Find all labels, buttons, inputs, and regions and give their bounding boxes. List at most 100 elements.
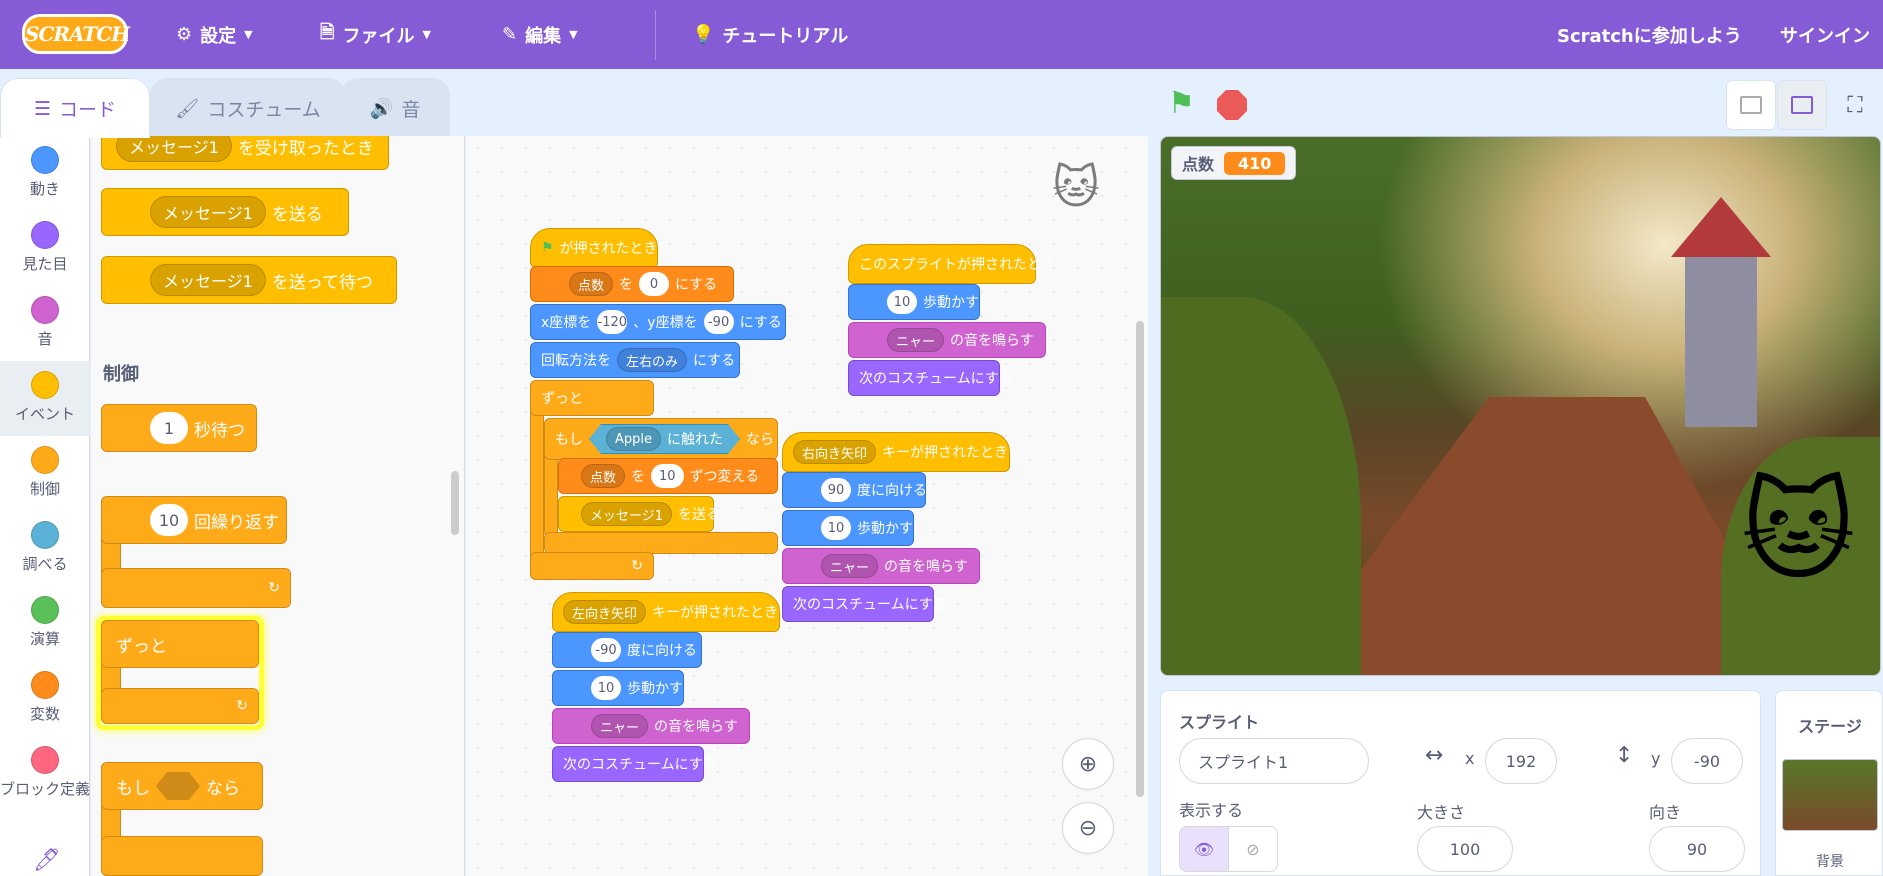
move-steps-block[interactable]: 10 歩動かす	[782, 510, 914, 546]
key-dropdown[interactable]: 左向き矢印	[563, 600, 647, 624]
message-dropdown[interactable]: メッセージ1	[150, 196, 266, 228]
if-then-block[interactable]: もし Apple に触れた なら	[544, 418, 778, 460]
backdrop-thumbnail[interactable]	[1782, 759, 1878, 831]
direction-input[interactable]: 90	[821, 478, 851, 502]
direction-input[interactable]: -90	[591, 638, 621, 662]
tab-costumes[interactable]: 🖌 コスチューム	[150, 78, 346, 138]
broadcast-and-wait-block[interactable]: メッセージ1 を送って待つ	[101, 256, 397, 304]
category-sound[interactable]: 音	[0, 286, 90, 361]
edit-menu[interactable]: ✎ 編集 ▼	[502, 0, 578, 69]
repeat-count-input[interactable]: 10	[150, 504, 188, 536]
sprite-name-input[interactable]: スプライト1	[1179, 738, 1369, 784]
large-stage-button[interactable]	[1777, 80, 1827, 130]
point-direction-block[interactable]: 90 度に向ける	[782, 472, 927, 508]
repeat-block[interactable]: 10 回繰り返す	[101, 496, 287, 544]
steps-input[interactable]: 10	[821, 516, 851, 540]
message-dropdown[interactable]: メッセージ1	[581, 502, 673, 526]
set-variable-block[interactable]: 点数 を 0 にする	[530, 266, 734, 302]
category-operators[interactable]: 演算	[0, 586, 90, 661]
change-variable-block[interactable]: 点数 を 10 ずつ変える	[558, 458, 778, 494]
next-costume-block[interactable]: 次のコスチュームにする	[848, 360, 1013, 396]
show-visible-button[interactable]: 👁	[1179, 826, 1229, 872]
category-looks[interactable]: 見た目	[0, 211, 90, 286]
scratch-logo[interactable]: SCRATCH	[22, 14, 130, 54]
play-sound-block[interactable]: ニャー の音を鳴らす	[782, 548, 980, 584]
when-i-receive-block[interactable]: メッセージ1 を受け取ったとき	[101, 136, 389, 170]
if-then-block[interactable]: もし なら	[101, 762, 263, 810]
category-sensing[interactable]: 調べる	[0, 511, 90, 586]
direction-input[interactable]: 90	[1649, 826, 1745, 872]
broadcast-block[interactable]: メッセージ1 を送る	[558, 496, 720, 532]
broadcast-block[interactable]: メッセージ1 を送る	[101, 188, 349, 236]
cat-sprite[interactable]: 🐱	[1741, 467, 1856, 595]
category-variables[interactable]: 変数	[0, 661, 90, 736]
value-input[interactable]: 10	[651, 464, 684, 488]
when-key-pressed-block[interactable]: 右向き矢印 キーが押されたとき	[782, 432, 1010, 472]
wait-seconds-input[interactable]: 1	[150, 412, 188, 444]
zoom-in-button[interactable]: ⊕	[1062, 738, 1114, 790]
when-flag-clicked-block[interactable]: ⚑ が押されたとき	[530, 228, 658, 268]
y-position-input[interactable]: -90	[1671, 738, 1743, 784]
go-to-xy-block[interactable]: x座標を -120 、y座標を -90 にする	[530, 304, 786, 340]
join-scratch-link[interactable]: Scratchに参加しよう	[1557, 0, 1742, 69]
fullscreen-button[interactable]: ⛶	[1830, 80, 1880, 130]
tab-code[interactable]: ☰ コード	[0, 78, 150, 138]
stage-target-pane[interactable]: ステージ 背景	[1775, 690, 1883, 876]
file-menu[interactable]: 🗎 ファイル ▼	[320, 0, 431, 69]
script-scrollbar[interactable]	[1136, 321, 1144, 797]
play-sound-block[interactable]: ニャー の音を鳴らす	[552, 708, 750, 744]
when-sprite-clicked-block[interactable]: このスプライトが押されたとき	[848, 244, 1055, 284]
steps-input[interactable]: 10	[887, 290, 917, 314]
rotation-dropdown[interactable]: 左右のみ	[617, 348, 688, 372]
tutorials-button[interactable]: 💡 チュートリアル	[692, 0, 848, 69]
key-dropdown[interactable]: 右向き矢印	[793, 440, 877, 464]
sound-dropdown[interactable]: ニャー	[591, 714, 649, 738]
show-hidden-button[interactable]: ⊘	[1228, 826, 1278, 872]
move-steps-block[interactable]: 10 歩動かす	[552, 670, 684, 706]
variable-dropdown[interactable]: 点数	[581, 464, 626, 488]
move-steps-block[interactable]: 10 歩動かす	[848, 284, 980, 320]
settings-menu[interactable]: ⚙ 設定 ▼	[176, 0, 253, 69]
when-key-pressed-block[interactable]: 左向き矢印 キーが押されたとき	[552, 592, 780, 632]
message-dropdown[interactable]: メッセージ1	[116, 136, 232, 162]
point-direction-block[interactable]: -90 度に向ける	[552, 632, 702, 668]
sound-dropdown[interactable]: ニャー	[821, 554, 879, 578]
block-text: を	[619, 277, 634, 293]
forever-block[interactable]: ずっと	[101, 620, 259, 668]
y-input[interactable]: -90	[703, 310, 734, 334]
steps-input[interactable]: 10	[591, 676, 621, 700]
touching-object-block[interactable]: Apple に触れた	[589, 424, 740, 454]
sign-in-link[interactable]: サインイン	[1780, 0, 1870, 69]
variable-dropdown[interactable]: 点数	[569, 272, 614, 296]
object-dropdown[interactable]: Apple	[606, 427, 661, 451]
category-control[interactable]: 制御	[0, 436, 90, 511]
tab-sounds[interactable]: 🔊 音	[340, 78, 450, 138]
size-input[interactable]: 100	[1417, 826, 1513, 872]
extension-icon[interactable]: 🖊	[33, 848, 61, 873]
play-sound-block[interactable]: ニャー の音を鳴らす	[848, 322, 1046, 358]
next-costume-block[interactable]: 次のコスチュームにする	[552, 746, 717, 782]
green-flag-button[interactable]: ⚑	[1168, 86, 1195, 121]
sound-dropdown[interactable]: ニャー	[887, 328, 945, 352]
category-label: 演算	[29, 630, 60, 648]
message-dropdown[interactable]: メッセージ1	[150, 264, 266, 296]
next-costume-block[interactable]: 次のコスチュームにする	[782, 586, 947, 622]
category-events[interactable]: イベント	[0, 361, 90, 436]
zoom-out-button[interactable]: ⊖	[1062, 802, 1114, 854]
monitor-value: 410	[1224, 151, 1286, 175]
category-my-blocks[interactable]: ブロック定義	[0, 736, 90, 826]
x-input[interactable]: -120	[597, 310, 628, 334]
zoom-in-icon: ⊕	[1078, 751, 1098, 777]
stage-canvas[interactable]: 🐱 点数 410	[1160, 136, 1881, 676]
wait-block[interactable]: 1 秒待つ	[101, 404, 257, 452]
condition-slot[interactable]	[156, 772, 200, 800]
set-rotation-style-block[interactable]: 回転方法を 左右のみ にする	[530, 342, 740, 378]
forever-block[interactable]: ずっと	[530, 380, 654, 416]
palette-scrollbar[interactable]	[451, 471, 459, 535]
small-stage-button[interactable]	[1726, 80, 1776, 130]
x-position-input[interactable]: 192	[1485, 738, 1557, 784]
stop-button[interactable]	[1217, 90, 1247, 120]
category-motion[interactable]: 動き	[0, 136, 90, 211]
score-monitor[interactable]: 点数 410	[1171, 146, 1297, 180]
value-input[interactable]: 0	[639, 272, 670, 296]
